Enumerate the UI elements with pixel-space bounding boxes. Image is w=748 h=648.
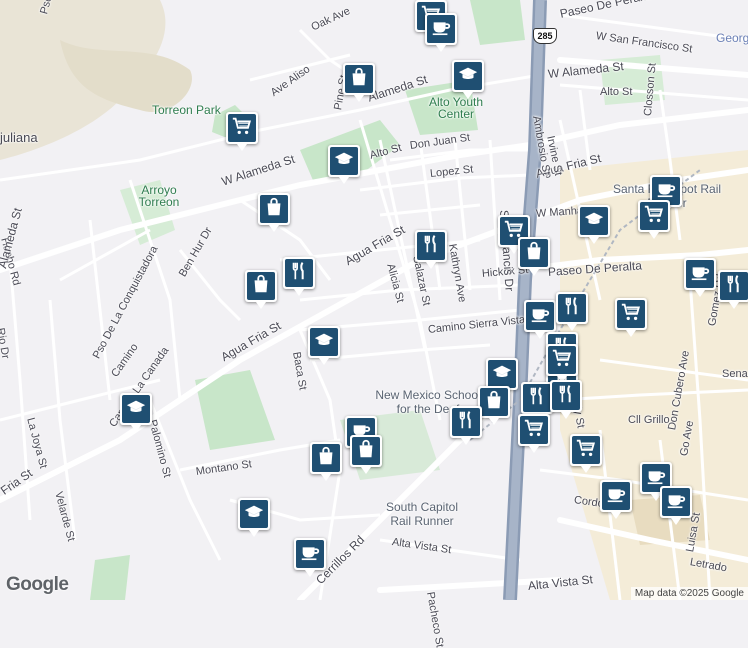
coffee-cup-marker[interactable]	[425, 13, 457, 52]
school-cap-marker[interactable]	[578, 205, 610, 244]
shopping-bag-icon	[263, 196, 285, 223]
coffee-cup-marker[interactable]	[524, 300, 556, 339]
school-cap-marker[interactable]	[120, 393, 152, 432]
fork-knife-marker[interactable]	[521, 382, 553, 421]
fork-knife-marker[interactable]	[550, 380, 582, 419]
grocery-cart-icon	[231, 115, 253, 142]
fork-knife-marker[interactable]	[556, 292, 588, 331]
place-label: South Capitol Rail Runner	[385, 500, 459, 528]
grocery-cart-marker[interactable]	[226, 112, 258, 151]
place-label: Arroyo Torreon	[138, 183, 180, 209]
grocery-cart-icon	[551, 347, 573, 374]
school-cap-marker[interactable]	[452, 60, 484, 99]
shopping-bag-icon	[315, 445, 337, 472]
shopping-bag-marker[interactable]	[478, 386, 510, 425]
street-label: Alto St	[600, 86, 633, 98]
school-cap-icon	[313, 329, 335, 356]
school-cap-marker[interactable]	[308, 326, 340, 365]
coffee-cup-icon	[605, 483, 627, 510]
coffee-cup-marker[interactable]	[600, 480, 632, 519]
shopping-bag-marker[interactable]	[350, 435, 382, 474]
coffee-cup-icon	[430, 16, 452, 43]
grocery-cart-marker[interactable]	[638, 200, 670, 239]
shopping-bag-icon	[355, 438, 377, 465]
fork-knife-icon	[455, 409, 477, 436]
school-cap-icon	[583, 208, 605, 235]
google-logo: Google	[6, 574, 69, 595]
grocery-cart-icon	[523, 417, 545, 444]
school-cap-icon	[457, 63, 479, 90]
shopping-bag-icon	[250, 273, 272, 300]
grocery-cart-marker[interactable]	[615, 298, 647, 337]
shopping-bag-marker[interactable]	[310, 442, 342, 481]
grocery-cart-marker[interactable]	[518, 414, 550, 453]
fork-knife-marker[interactable]	[283, 257, 315, 296]
coffee-cup-icon	[299, 541, 321, 568]
school-cap-icon	[333, 148, 355, 175]
shopping-bag-marker[interactable]	[343, 63, 375, 102]
coffee-cup-marker[interactable]	[660, 486, 692, 525]
map-attribution[interactable]: Map data ©2025 Google	[630, 587, 748, 600]
place-label: juliana	[0, 130, 38, 145]
fork-knife-marker[interactable]	[450, 406, 482, 445]
street-label: Sena	[722, 368, 748, 380]
fork-knife-marker[interactable]	[415, 230, 447, 269]
fork-knife-icon	[723, 273, 745, 300]
shopping-bag-marker[interactable]	[518, 237, 550, 276]
place-label: Alto Youth Center	[428, 95, 484, 121]
shopping-bag-marker[interactable]	[245, 270, 277, 309]
coffee-cup-icon	[689, 261, 711, 288]
coffee-cup-marker[interactable]	[294, 538, 326, 577]
place-label: Torreon Park	[152, 103, 221, 117]
school-cap-marker[interactable]	[328, 145, 360, 184]
street-label: Georgia	[716, 31, 748, 45]
street-label: Cll Grillo	[628, 414, 670, 426]
school-cap-icon	[125, 396, 147, 423]
grocery-cart-marker[interactable]	[546, 344, 578, 383]
fork-knife-icon	[526, 385, 548, 412]
fork-knife-marker[interactable]	[718, 270, 748, 309]
fork-knife-icon	[561, 295, 583, 322]
route-shield: 285	[533, 28, 557, 44]
fork-knife-icon	[555, 383, 577, 410]
shopping-bag-icon	[483, 389, 505, 416]
school-cap-icon	[243, 501, 265, 528]
coffee-cup-icon	[665, 489, 687, 516]
grocery-cart-icon	[575, 437, 597, 464]
coffee-cup-marker[interactable]	[684, 258, 716, 297]
coffee-cup-icon	[529, 303, 551, 330]
shopping-bag-icon	[348, 66, 370, 93]
grocery-cart-icon	[620, 301, 642, 328]
grocery-cart-icon	[643, 203, 665, 230]
grocery-cart-marker[interactable]	[570, 434, 602, 473]
school-cap-icon	[491, 361, 513, 388]
shopping-bag-icon	[523, 240, 545, 267]
school-cap-marker[interactable]	[238, 498, 270, 537]
fork-knife-icon	[420, 233, 442, 260]
fork-knife-icon	[288, 260, 310, 287]
shopping-bag-marker[interactable]	[258, 193, 290, 232]
